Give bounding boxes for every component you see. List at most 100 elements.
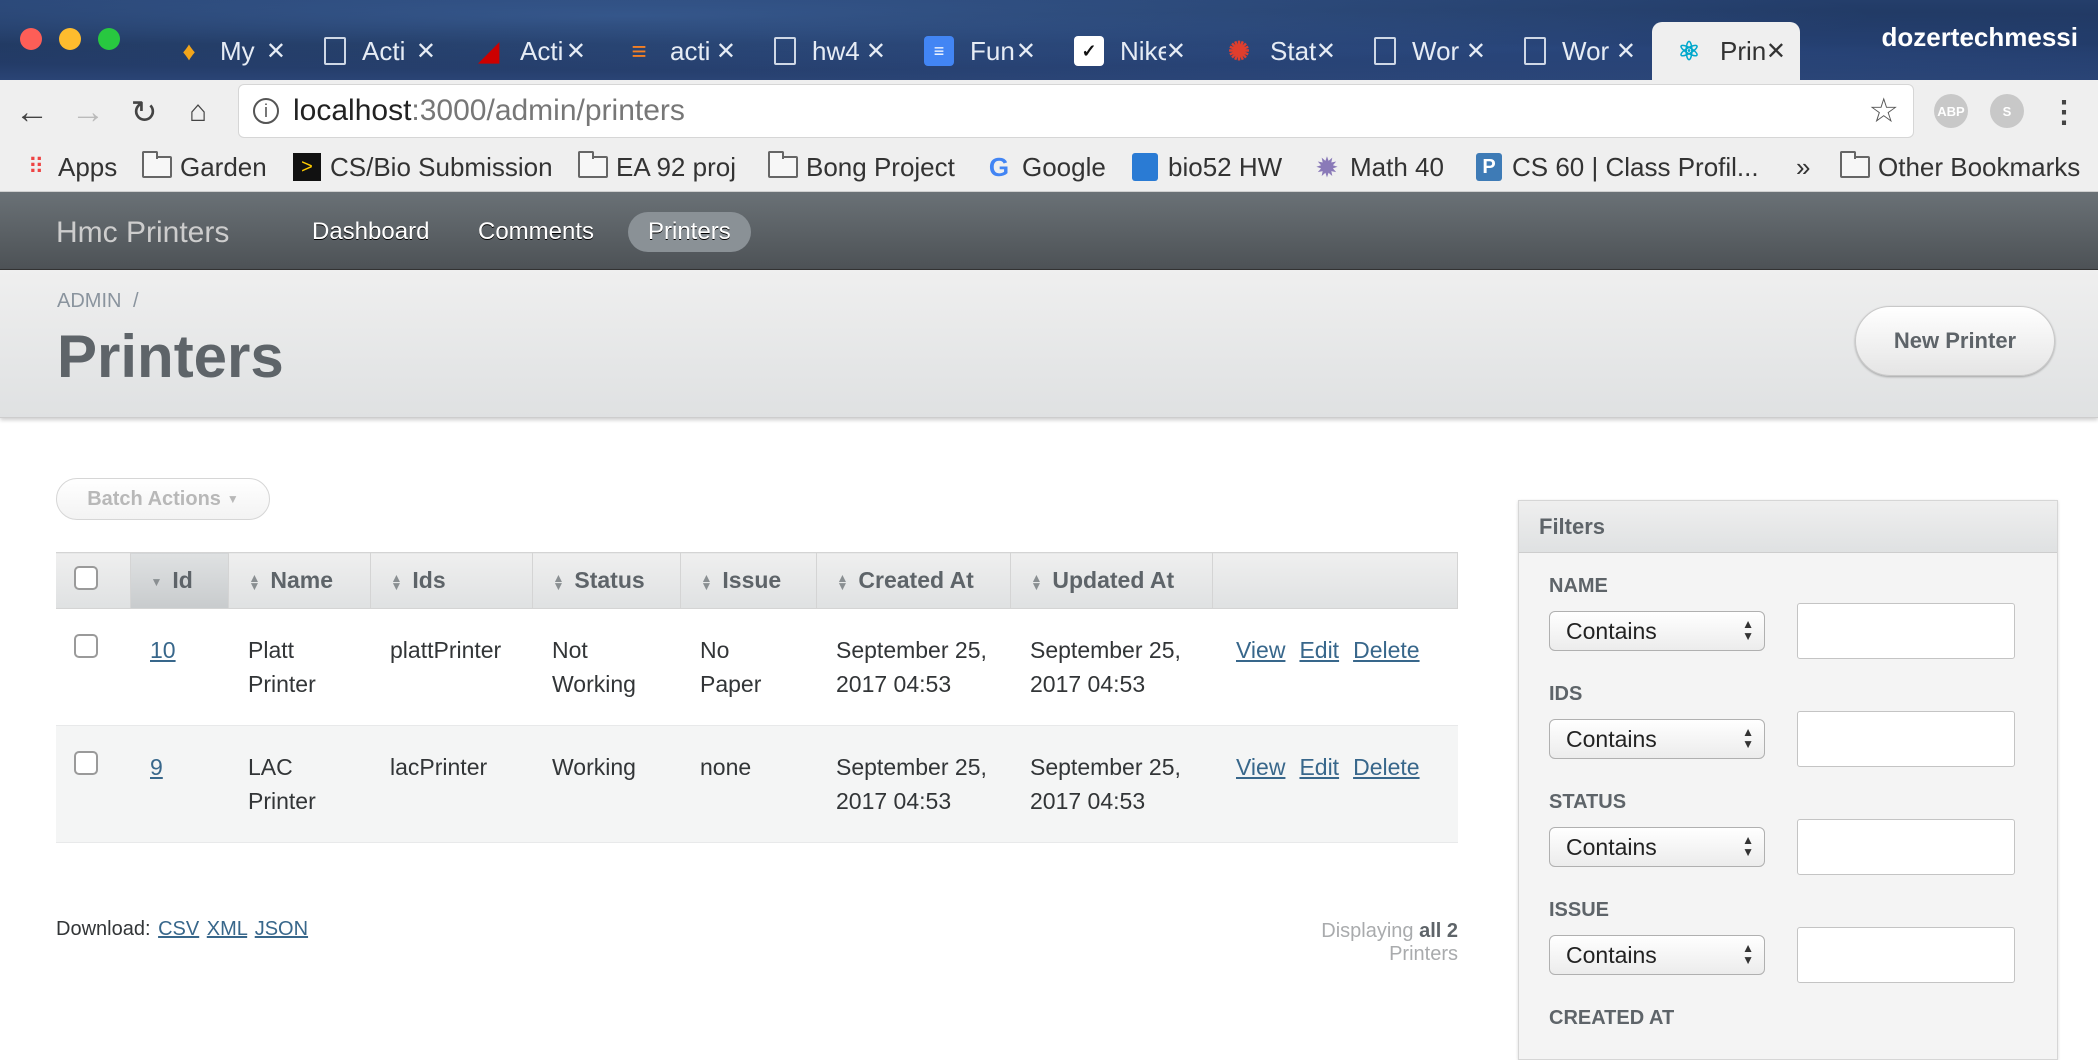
bookmark-item[interactable]: P CS 60 | Class Profil... [1474,148,1759,186]
tab-6[interactable]: ✓ Nike ✕ [1052,22,1200,80]
minimize-window-button[interactable] [59,28,81,50]
bookmark-item[interactable]: ✹ Math 40 [1312,148,1444,186]
column-header-created-at[interactable]: ▲ ▼ Created At [816,552,1011,609]
forward-button[interactable]: → [68,92,108,132]
column-header-status[interactable]: ▲ ▼ Status [532,552,681,609]
reload-button[interactable]: ↻ [124,92,164,132]
tab-2[interactable]: ◢ Acti ✕ [452,22,600,80]
column-header-issue[interactable]: ▲ ▼ Issue [680,552,817,609]
display-prefix: Displaying [1321,920,1414,942]
filter-name-input[interactable] [1797,603,2015,659]
batch-actions-button[interactable]: Batch Actions ▼ [56,478,270,520]
row-checkbox[interactable] [74,634,98,658]
delete-link[interactable]: Delete [1353,637,1419,663]
column-label: Ids [412,567,446,593]
tab-3[interactable]: ≡ acti ✕ [602,22,750,80]
row-checkbox[interactable] [74,751,98,775]
bookmark-label: Bong Project [806,151,955,182]
download-links: Download: CSV XML JSON [56,918,308,941]
filter-ids-select[interactable]: Contains ▲ ▼ [1549,719,1765,759]
back-button[interactable]: ← [12,92,52,132]
record-id-link[interactable]: 9 [150,754,163,780]
close-icon[interactable]: ✕ [566,37,600,66]
close-icon[interactable]: ✕ [266,37,300,66]
info-icon[interactable]: i [253,98,279,124]
bookmark-item[interactable]: Other Bookmarks [1840,148,2080,186]
profile-name[interactable]: dozertechmessi [1881,22,2078,53]
filter-label-ids: IDS [1549,683,1583,705]
filter-ids-input[interactable] [1797,711,2015,767]
bookmark-star-icon[interactable]: ☆ [1869,91,1899,131]
select-value: Contains [1566,617,1657,644]
filter-status-input[interactable] [1797,819,2015,875]
tab-0[interactable]: ♦ My ✕ [152,22,300,80]
filter-issue-select[interactable]: Contains ▲ ▼ [1549,935,1765,975]
bookmark-item[interactable]: bio52 HW [1130,148,1282,186]
filter-label-name: NAME [1549,575,1608,597]
view-link[interactable]: View [1236,754,1285,780]
bookmark-item[interactable]: > CS/Bio Submission [292,148,553,186]
close-icon[interactable]: ✕ [1766,37,1800,66]
download-csv-link[interactable]: CSV [158,918,199,940]
nav-dashboard[interactable]: Dashboard [292,212,449,252]
download-json-link[interactable]: JSON [255,918,308,940]
tab-10[interactable]: ⚛ Prin ✕ [1652,22,1800,80]
bookmark-item[interactable]: » [1796,148,1810,186]
tab-5[interactable]: ≡ Fun ✕ [902,22,1050,80]
new-printer-button[interactable]: New Printer [1855,306,2055,376]
tab-8[interactable]: Wor ✕ [1352,22,1500,80]
column-header-id[interactable]: ▼ Id [130,552,229,609]
filter-issue-input[interactable] [1797,927,2015,983]
cell-updated-at: September 25, 2017 04:53 [1010,725,1212,843]
close-icon[interactable]: ✕ [1166,37,1200,66]
bookmark-item[interactable]: Bong Project [768,148,955,186]
column-label: Issue [722,567,782,593]
skype-extension-icon[interactable]: S [1990,94,2024,128]
document-icon [324,37,346,65]
chrome-menu-button[interactable]: ⋮ [2044,92,2084,132]
filter-name-select[interactable]: Contains ▲ ▼ [1549,611,1765,651]
breadcrumb-admin-link[interactable]: ADMIN [57,290,121,312]
close-icon[interactable]: ✕ [1616,37,1650,66]
google-icon: G [988,151,1010,182]
sort-desc-icon: ▼ [150,574,163,589]
delete-link[interactable]: Delete [1353,754,1419,780]
close-icon[interactable]: ✕ [1316,37,1350,66]
home-button[interactable]: ⌂ [178,92,218,132]
edit-link[interactable]: Edit [1299,637,1339,663]
close-icon[interactable]: ✕ [1466,37,1500,66]
bookmark-item[interactable]: Garden [142,148,267,186]
tab-9[interactable]: Wor ✕ [1502,22,1650,80]
bookmarks-bar: ⠿ Apps Garden > CS/Bio Submission EA 92 proj B… [0,142,2098,192]
nav-printers[interactable]: Printers [628,212,751,252]
download-xml-link[interactable]: XML [207,918,247,940]
tab-1[interactable]: Acti ✕ [302,22,450,80]
bookmark-item[interactable]: ⠿ Apps [20,148,117,186]
view-link[interactable]: View [1236,637,1285,663]
close-window-button[interactable] [20,28,42,50]
filter-status-select[interactable]: Contains ▲ ▼ [1549,827,1765,867]
tab-4[interactable]: hw4 ✕ [752,22,900,80]
record-id-link[interactable]: 10 [150,637,176,663]
site-title[interactable]: Hmc Printers [56,216,229,250]
back-arrow-icon: ← [15,92,49,131]
bookmark-item[interactable]: EA 92 proj [578,148,736,186]
column-header-name[interactable]: ▲ ▼ Name [228,552,371,609]
nav-comments[interactable]: Comments [458,212,614,252]
address-bar[interactable]: i localhost:3000/admin/printers ☆ [238,84,1914,138]
select-all-checkbox[interactable] [74,565,98,590]
close-icon[interactable]: ✕ [866,37,900,66]
column-header-updated-at[interactable]: ▲ ▼ Updated At [1010,552,1213,609]
edit-link[interactable]: Edit [1299,754,1339,780]
cell-value: lacPrinter [390,754,488,780]
cell-ids: plattPrinter [370,608,532,726]
abp-extension-icon[interactable]: ABP [1934,94,1968,128]
column-header-ids[interactable]: ▲ ▼ Ids [370,552,533,609]
maximize-window-button[interactable] [98,28,120,50]
breadcrumb-separator: / [133,290,139,312]
close-icon[interactable]: ✕ [716,37,750,66]
close-icon[interactable]: ✕ [1016,37,1050,66]
tab-7[interactable]: ✺ Stat ✕ [1202,22,1350,80]
close-icon[interactable]: ✕ [416,37,450,66]
bookmark-item[interactable]: G Google [984,148,1106,186]
